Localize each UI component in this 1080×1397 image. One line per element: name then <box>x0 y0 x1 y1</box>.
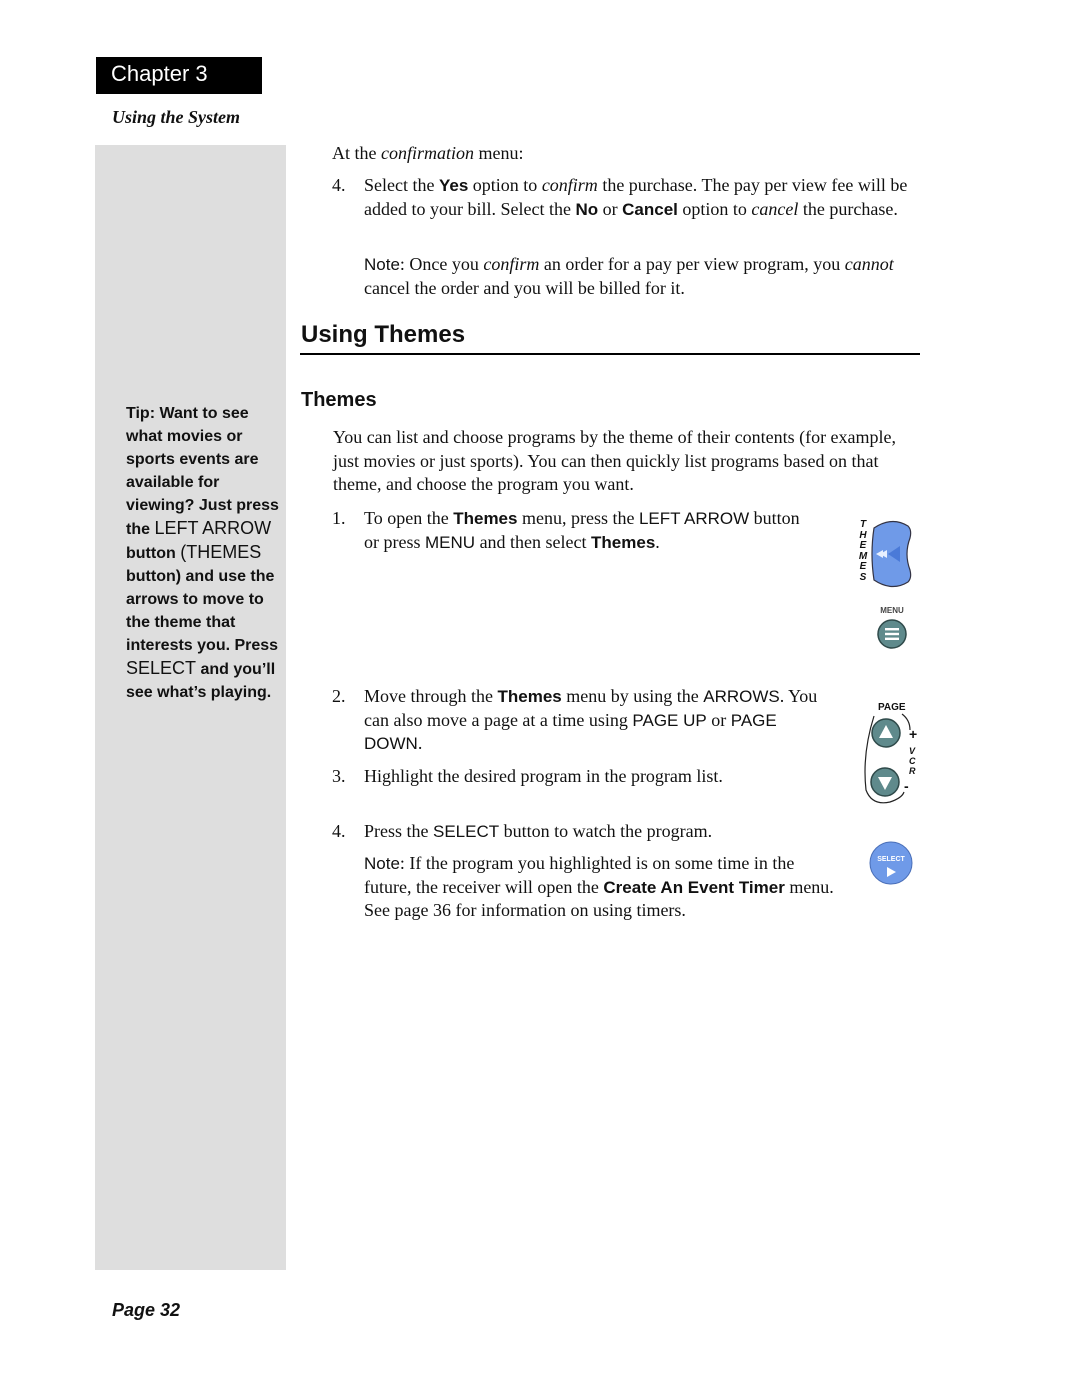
step-number: 2. <box>332 686 346 706</box>
page-up-down-button-icon: PAGE + VCR - <box>858 700 924 808</box>
chapter-tab: Chapter 3 <box>96 57 262 94</box>
section-label: Using the System <box>112 107 241 127</box>
text: Move through the <box>364 686 498 706</box>
menu-name: Themes <box>591 532 656 552</box>
text: menu: <box>474 143 524 163</box>
text: Select the <box>364 175 439 195</box>
key-name: ARROWS <box>703 687 780 706</box>
text: or <box>706 709 731 730</box>
option-yes: Yes <box>438 176 469 195</box>
text: option to <box>677 198 752 219</box>
menu-button-icon: MENU <box>874 606 910 652</box>
text: Press the <box>364 821 433 841</box>
text-em: confirm <box>541 175 598 195</box>
text-em: cannot <box>844 254 894 274</box>
step-number: 4. <box>332 175 346 195</box>
step-text: Press the SELECT button to watch the pro… <box>364 820 922 844</box>
text: or <box>598 198 623 219</box>
chapter-label: Chapter 3 <box>111 61 208 86</box>
text: menu, press the <box>517 508 639 528</box>
menu-name: Themes <box>453 509 518 528</box>
themes-left-arrow-button-icon: THEMES <box>852 518 916 590</box>
text: an order for a pay per view program, you <box>539 254 845 274</box>
minus-label: - <box>904 778 909 794</box>
themes-vertical-label: THEMES <box>858 519 868 583</box>
text: button to watch the program. <box>499 821 713 841</box>
text: At the <box>332 143 381 163</box>
page-number: Page 32 <box>112 1300 181 1320</box>
confirmation-intro: At the confirmation menu: <box>332 142 524 166</box>
confirmation-note: Note: Once you confirm an order for a pa… <box>364 253 904 300</box>
step-text: Select the Yes option to confirm the pur… <box>364 174 922 221</box>
step-3: 3. Highlight the desired program in the … <box>332 765 922 789</box>
text: To open the <box>364 508 454 528</box>
heading-rule <box>300 353 920 355</box>
tip-keyword: (THEMES <box>180 542 262 562</box>
text: menu by using the <box>561 686 704 706</box>
themes-label: THEMES <box>858 519 868 583</box>
step-1: 1. To open the Themes menu, press the LE… <box>332 507 802 554</box>
text: : Once you <box>399 254 484 274</box>
menu-label: MENU <box>880 606 904 615</box>
text-em: confirmation <box>381 143 474 163</box>
step-text: Highlight the desired program in the pro… <box>364 766 723 786</box>
tip-keyword: SELECT <box>126 658 197 678</box>
step-text: Move through the Themes menu by using th… <box>364 685 832 756</box>
note-label: Note <box>364 255 400 274</box>
menu-name: Create An Event Timer <box>603 877 785 897</box>
confirmation-step: 4. Select the Yes option to confirm the … <box>332 174 922 221</box>
key-name: LEFT ARROW <box>638 509 750 528</box>
key-name: PAGE UP <box>632 710 707 730</box>
themes-intro: You can list and choose programs by the … <box>333 427 897 494</box>
text: . <box>655 531 660 552</box>
text: cancel the order and you will be billed … <box>364 277 685 298</box>
tip-text: button) and use the arrows to move to th… <box>126 568 279 654</box>
vcr-label: VCR <box>909 746 916 776</box>
step-number: 3. <box>332 766 346 786</box>
text: option to <box>468 175 542 195</box>
key-name: MENU <box>425 532 476 552</box>
plus-label: + <box>909 726 918 742</box>
tip-keyword: LEFT ARROW <box>154 518 272 538</box>
step-text: To open the Themes menu, press the LEFT … <box>364 507 802 554</box>
text: and then select <box>475 531 592 552</box>
menu-name: Themes <box>497 687 562 706</box>
note-label: Note <box>364 854 400 873</box>
key-name: SELECT <box>433 822 500 841</box>
section-heading: Using Themes <box>301 321 466 348</box>
final-note: Note: If the program you highlighted is … <box>364 852 839 923</box>
tip-box: Tip: Want to see what movies or sports e… <box>126 402 286 704</box>
tip-text: button <box>126 545 181 562</box>
text: . <box>417 733 423 753</box>
option-no: No <box>575 199 599 219</box>
step-4: 4. Press the SELECT button to watch the … <box>332 820 922 844</box>
step-number: 4. <box>332 821 346 841</box>
select-button-icon: SELECT <box>868 840 914 886</box>
sidebar <box>95 145 286 1270</box>
select-label: SELECT <box>877 856 905 863</box>
step-number: 1. <box>332 508 346 528</box>
text-em: cancel <box>751 198 799 219</box>
step-2: 2. Move through the Themes menu by using… <box>332 685 832 756</box>
text-em: confirm <box>483 254 540 274</box>
option-cancel: Cancel <box>622 199 678 219</box>
text: the purchase. <box>798 198 898 219</box>
subsection-heading: Themes <box>301 389 377 411</box>
